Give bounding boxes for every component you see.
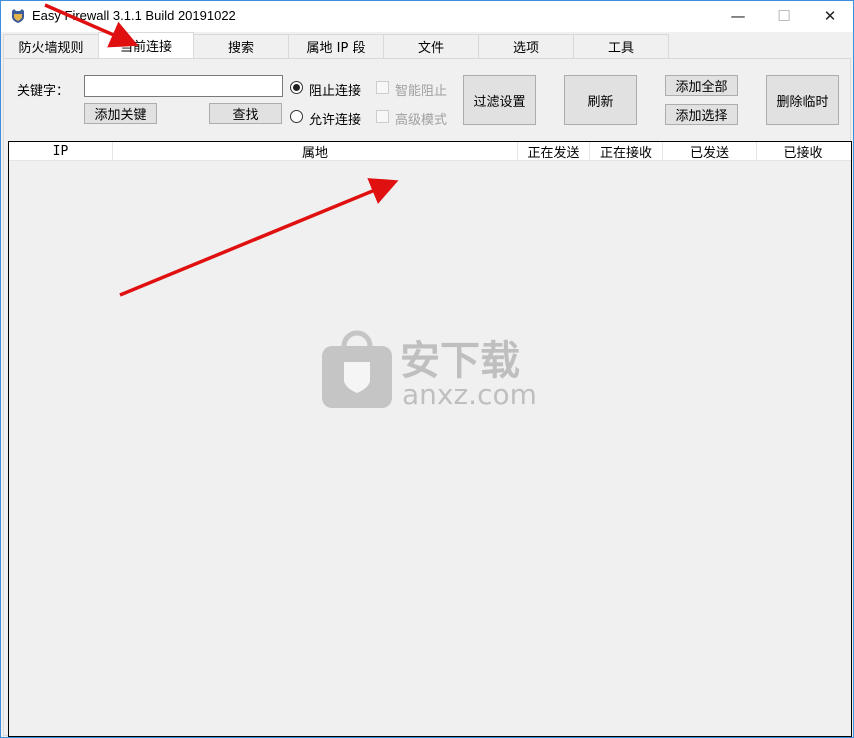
connections-table[interactable]: IP 属地 正在发送 正在接收 已发送 已接收 安下载 anxz.com [8, 141, 852, 737]
watermark-logo: 安下载 anxz.com [322, 328, 537, 413]
firewall-shield-icon [12, 9, 24, 23]
delete-temp-button[interactable]: 删除临时 [766, 75, 839, 125]
add-keyword-button[interactable]: 添加关键 [84, 103, 157, 124]
close-button[interactable]: ✕ [807, 1, 853, 31]
tab-firewall-rules[interactable]: 防火墙规则 [3, 34, 99, 58]
column-sending[interactable]: 正在发送 [518, 142, 590, 161]
title-bar: Easy Firewall 3.1.1 Build 20191022 — ☐ ✕ [1, 1, 853, 32]
tab-ip-ranges[interactable]: 属地 IP 段 [288, 34, 384, 58]
refresh-button[interactable]: 刷新 [564, 75, 637, 125]
column-sent[interactable]: 已发送 [663, 142, 757, 161]
smart-block-label: 智能阻止 [395, 84, 448, 99]
table-header: IP 属地 正在发送 正在接收 已发送 已接收 [9, 142, 851, 161]
watermark-domain: anxz.com [402, 378, 537, 411]
add-all-button[interactable]: 添加全部 [665, 75, 738, 96]
find-button[interactable]: 查找 [209, 103, 282, 124]
advanced-mode-label: 高级模式 [395, 113, 448, 128]
block-connection-radio[interactable] [290, 81, 303, 94]
allow-connection-radio[interactable] [290, 110, 303, 123]
tab-tools[interactable]: 工具 [573, 34, 669, 58]
watermark-bag-icon [322, 330, 392, 408]
window-title: Easy Firewall 3.1.1 Build 20191022 [32, 8, 236, 23]
connections-panel: 关键字： 添加关键 查找 阻止连接 允许连接 智能阻止 高级模式 过滤设置 刷新… [3, 58, 852, 737]
keyword-label: 关键字： [17, 84, 70, 99]
tab-current-connections[interactable]: 当前连接 [98, 32, 194, 58]
column-receiving[interactable]: 正在接收 [590, 142, 663, 161]
column-received[interactable]: 已接收 [757, 142, 849, 161]
allow-connection-label: 允许连接 [309, 113, 362, 128]
app-window: Easy Firewall 3.1.1 Build 20191022 — ☐ ✕… [0, 0, 854, 738]
tab-files[interactable]: 文件 [383, 34, 479, 58]
block-connection-label: 阻止连接 [309, 84, 362, 99]
add-selected-button[interactable]: 添加选择 [665, 104, 738, 125]
column-location[interactable]: 属地 [113, 142, 518, 161]
maximize-button[interactable]: ☐ [761, 1, 807, 31]
keyword-input[interactable] [84, 75, 283, 97]
tab-search[interactable]: 搜索 [193, 34, 289, 58]
smart-block-checkbox[interactable] [376, 81, 389, 94]
tab-options[interactable]: 选项 [478, 34, 574, 58]
filter-settings-button[interactable]: 过滤设置 [463, 75, 536, 125]
minimize-button[interactable]: — [715, 1, 761, 31]
tab-bar: 防火墙规则 当前连接 搜索 属地 IP 段 文件 选项 工具 [3, 32, 669, 58]
advanced-mode-checkbox[interactable] [376, 110, 389, 123]
column-ip[interactable]: IP [9, 142, 113, 161]
